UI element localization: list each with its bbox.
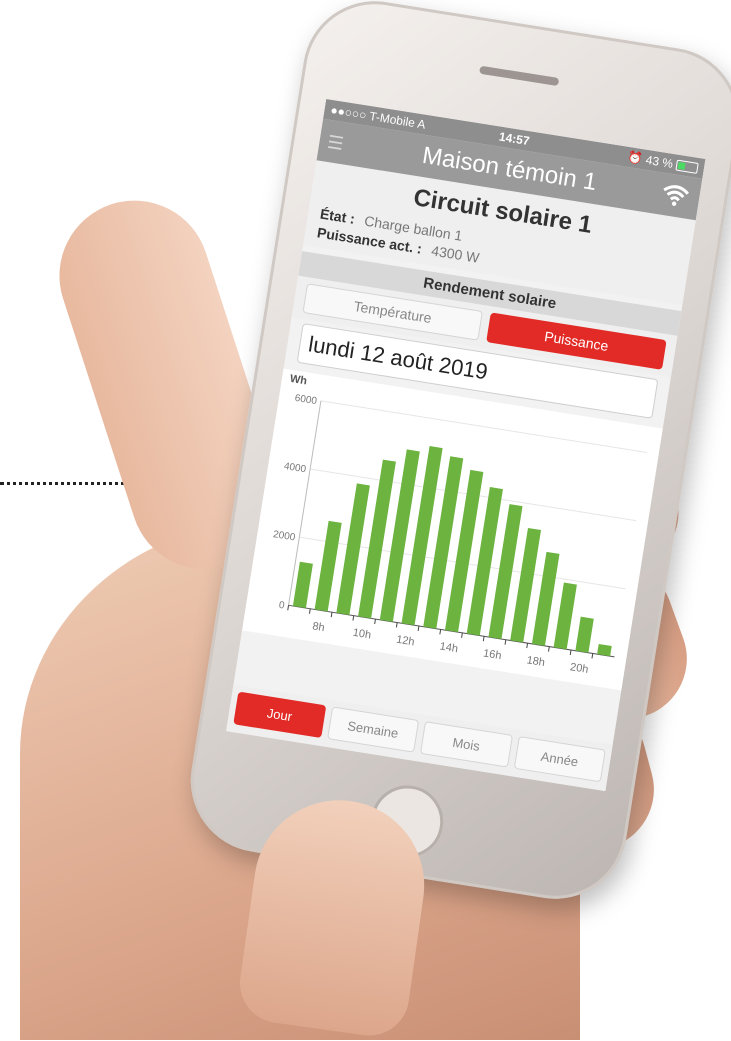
x-tick (439, 629, 442, 635)
x-tick-label: 8h (311, 620, 325, 634)
state-label: État : (318, 205, 357, 227)
alarm-icon: ⏰ (626, 149, 644, 167)
battery-percent: 43 % (644, 152, 675, 171)
x-tick (461, 632, 463, 638)
x-tick (374, 618, 376, 625)
x-tick-label: 18h (526, 654, 546, 669)
y-tick-label: 2000 (272, 529, 296, 543)
y-axis-label: Wh (289, 373, 308, 388)
x-tick (569, 649, 572, 656)
x-tick (330, 612, 333, 618)
power-value: 4300 W (430, 242, 481, 266)
x-tick (591, 653, 594, 659)
x-tick (482, 636, 485, 642)
x-tick (526, 643, 529, 649)
tab-year[interactable]: Année (513, 735, 606, 783)
tab-week[interactable]: Semaine (326, 706, 420, 753)
x-tick (417, 625, 420, 631)
x-tick-label: 14h (439, 641, 459, 656)
y-tick-label: 6000 (294, 393, 318, 407)
bar (553, 582, 577, 650)
bar (597, 643, 612, 657)
yield-chart: Wh 0 2000 4000 6000 8h 10h 12h 14h 16h 18h 20h (242, 368, 663, 691)
x-tick (287, 605, 290, 611)
menu-icon[interactable]: ☰ (326, 132, 345, 155)
y-tick-label: 4000 (283, 461, 307, 475)
x-tick (548, 646, 550, 652)
bar (531, 551, 560, 646)
tab-day[interactable]: Jour (233, 691, 326, 738)
battery-icon (675, 159, 699, 175)
bar (292, 561, 313, 609)
x-tick (352, 615, 355, 621)
y-tick-label: 0 (278, 600, 286, 612)
x-tick-label: 20h (569, 661, 589, 676)
x-tick (395, 622, 398, 628)
wifi-icon (659, 181, 692, 216)
x-tick-label: 16h (482, 647, 502, 662)
bar-chart-svg: Wh 0 2000 4000 6000 8h 10h 12h 14h 16h 18h 20h (272, 373, 647, 676)
tab-month[interactable]: Mois (419, 721, 513, 768)
x-tick (504, 639, 507, 645)
bar (314, 520, 342, 612)
bar (575, 616, 594, 653)
x-tick-label: 10h (352, 627, 372, 642)
x-tick-label: 12h (395, 634, 415, 649)
x-tick (308, 608, 311, 614)
